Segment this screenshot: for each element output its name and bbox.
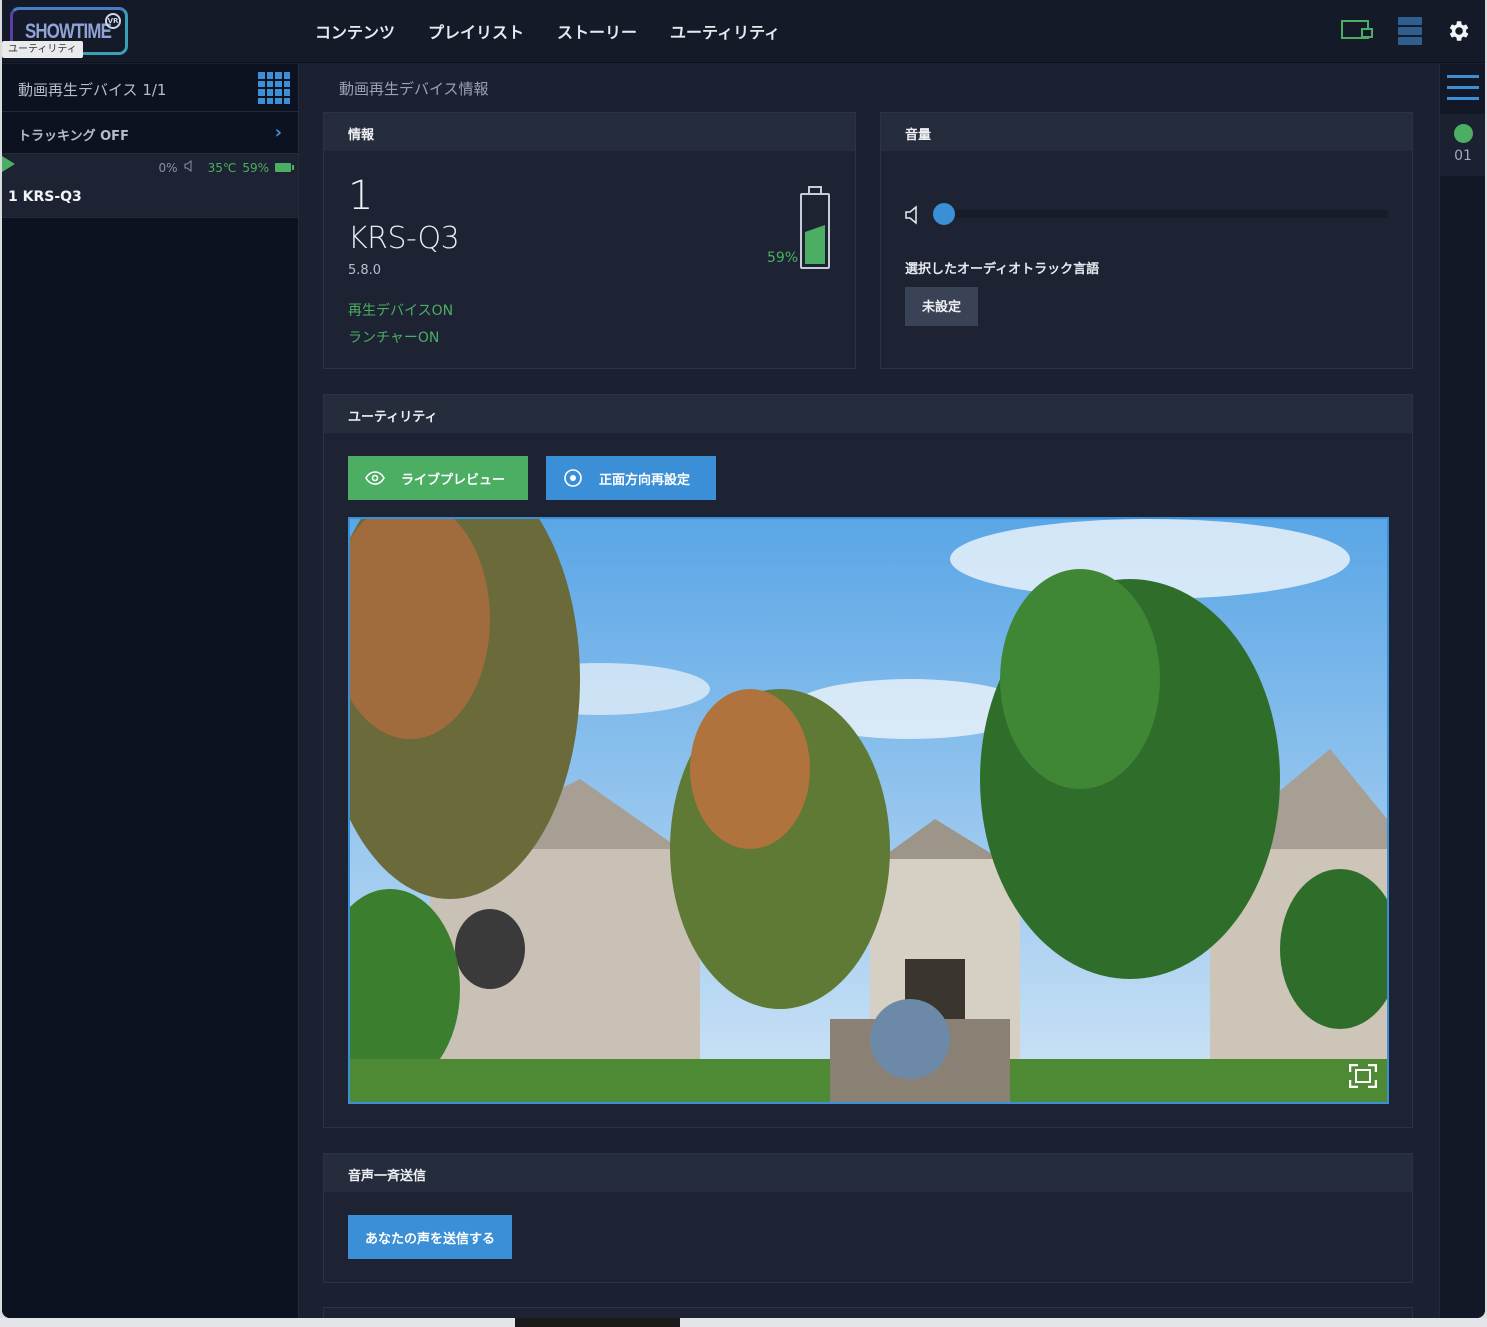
device-list-item[interactable]: 0% 35℃ 59% 1 KRS-Q3 [2, 154, 298, 218]
tooltip: ユーティリティ [2, 41, 83, 58]
voice-heading: 音声一斉送信 [324, 1154, 1412, 1192]
gear-icon[interactable] [1445, 18, 1471, 48]
device-battery: 59% [242, 160, 269, 175]
nav-playlist[interactable]: プレイリスト [428, 19, 524, 43]
audio-track-label: 選択したオーディオトラック言語 [905, 262, 1100, 277]
right-rail: 01 [1439, 64, 1485, 1318]
background-window [0, 1318, 1487, 1327]
fullscreen-icon[interactable] [1348, 1063, 1378, 1092]
app-window: SHOWTIME VR ユーティリティ コンテンツ プレイリスト ストーリー ユ… [2, 0, 1485, 1318]
eye-icon [365, 471, 385, 485]
hamburger-menu-icon[interactable] [1447, 75, 1479, 108]
target-icon [564, 469, 582, 487]
device-name: 1 KRS-Q3 [8, 189, 82, 205]
grid-view-icon[interactable] [258, 72, 290, 104]
volume-panel: 音量 選択したオーディオトラック言語 未設定 [880, 112, 1413, 369]
page-title: 動画再生デバイス情報 [339, 80, 489, 98]
player-status: 再生デバイスON [348, 303, 454, 319]
utility-panel: ユーティリティ ライブプレビュー 正面方向再設定 [323, 394, 1413, 1128]
speaker-icon[interactable] [905, 205, 921, 229]
device-screen-icon[interactable] [1341, 20, 1375, 46]
info-heading: 情報 [324, 113, 855, 151]
sidebar-title: 動画再生デバイス 1/1 [18, 81, 167, 99]
rail-device-number: 01 [1454, 148, 1472, 164]
live-preview-image [348, 517, 1389, 1104]
info-panel: 情報 1 KRS-Q3 5.8.0 再生デバイスON ランチャーON 59% [323, 112, 856, 369]
sidebar-header: 動画再生デバイス 1/1 [2, 64, 298, 112]
device-volume: 0% [158, 160, 178, 175]
next-panel [323, 1307, 1413, 1318]
nav-story[interactable]: ストーリー [557, 19, 637, 43]
live-preview-label: ライブプレビュー [401, 472, 506, 488]
recenter-button[interactable]: 正面方向再設定 [546, 456, 716, 500]
background-window-dark [515, 1318, 680, 1327]
logo-badge: VR [105, 13, 121, 29]
audio-track-select[interactable]: 未設定 [905, 287, 979, 326]
battery-percent: 59% [767, 250, 799, 266]
preview-scene [350, 519, 1387, 1102]
utility-heading: ユーティリティ [324, 395, 1412, 433]
battery-large-icon [800, 193, 830, 269]
volume-slider-track[interactable] [943, 210, 1388, 218]
volume-slider-handle[interactable] [933, 203, 955, 225]
volume-heading: 音量 [881, 113, 1412, 151]
app-version: 5.8.0 [348, 263, 382, 278]
tracking-toggle[interactable]: トラッキング OFF › [2, 112, 298, 154]
battery-fill [805, 225, 825, 264]
speaker-muted-icon [184, 160, 194, 175]
device-sidebar: 動画再生デバイス 1/1 トラッキング OFF › 0% 35℃ 59% 1 K… [2, 64, 299, 1318]
voice-panel: 音声一斉送信 あなたの声を送信する [323, 1153, 1413, 1283]
device-status-dot [1454, 124, 1473, 143]
nav-contents[interactable]: コンテンツ [315, 19, 395, 43]
device-stats: 0% 35℃ 59% [158, 160, 294, 175]
device-model: KRS-Q3 [348, 221, 460, 256]
rail-device-item[interactable]: 01 [1440, 114, 1485, 176]
server-icon[interactable] [1398, 17, 1422, 49]
device-number: 1 [348, 173, 374, 219]
nav-utility[interactable]: ユーティリティ [670, 19, 780, 43]
live-preview-button[interactable]: ライブプレビュー [348, 456, 528, 500]
main-nav: コンテンツ プレイリスト ストーリー ユーティリティ [315, 19, 780, 43]
play-status-icon [2, 156, 15, 172]
chevron-right-icon: › [274, 122, 282, 143]
device-temperature: 35℃ [207, 160, 237, 175]
top-bar: SHOWTIME VR ユーティリティ コンテンツ プレイリスト ストーリー ユ… [2, 0, 1485, 63]
tracking-label: トラッキング OFF [18, 129, 129, 144]
launcher-status: ランチャーON [348, 330, 440, 346]
battery-icon [275, 163, 294, 172]
recenter-label: 正面方向再設定 [599, 472, 691, 488]
send-voice-button[interactable]: あなたの声を送信する [348, 1215, 513, 1259]
